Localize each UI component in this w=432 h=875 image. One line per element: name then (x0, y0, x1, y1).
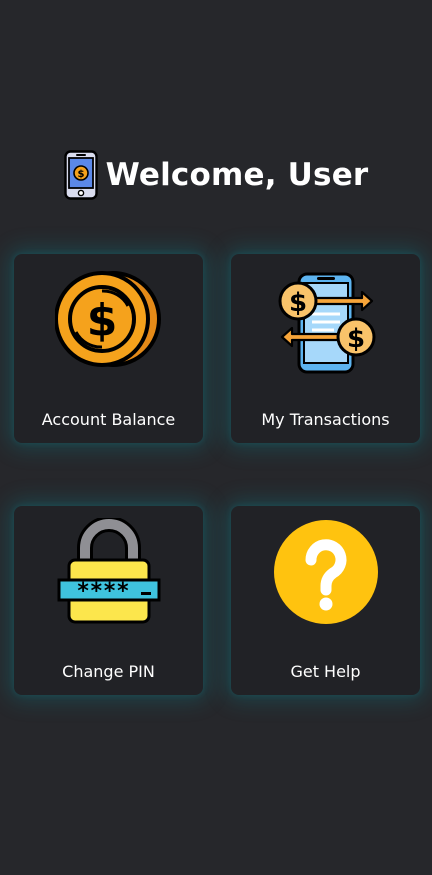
get-help-label: Get Help (290, 662, 361, 681)
svg-text:$: $ (288, 288, 306, 318)
coin-dollar-icon: $ (54, 271, 161, 367)
transfer-phone-icon: $ $ (278, 272, 375, 374)
change-pin-button[interactable]: **** Change PIN (14, 506, 203, 695)
my-transactions-label: My Transactions (261, 410, 390, 429)
change-pin-label: Change PIN (62, 662, 155, 681)
question-mark-icon (273, 520, 378, 624)
svg-text:$: $ (346, 324, 364, 354)
account-balance-label: Account Balance (41, 410, 176, 429)
my-transactions-button[interactable]: $ $ My Transactions (231, 254, 420, 443)
svg-text:$: $ (86, 295, 117, 346)
svg-text:****: **** (76, 579, 129, 604)
phone-dollar-icon: $ (63, 150, 98, 200)
padlock-password-icon: **** (57, 518, 160, 624)
header: $ Welcome, User (0, 150, 432, 200)
account-balance-button[interactable]: $ Account Balance (14, 254, 203, 443)
page-title: Welcome, User (105, 157, 369, 193)
get-help-button[interactable]: Get Help (231, 506, 420, 695)
svg-text:$: $ (77, 169, 84, 180)
